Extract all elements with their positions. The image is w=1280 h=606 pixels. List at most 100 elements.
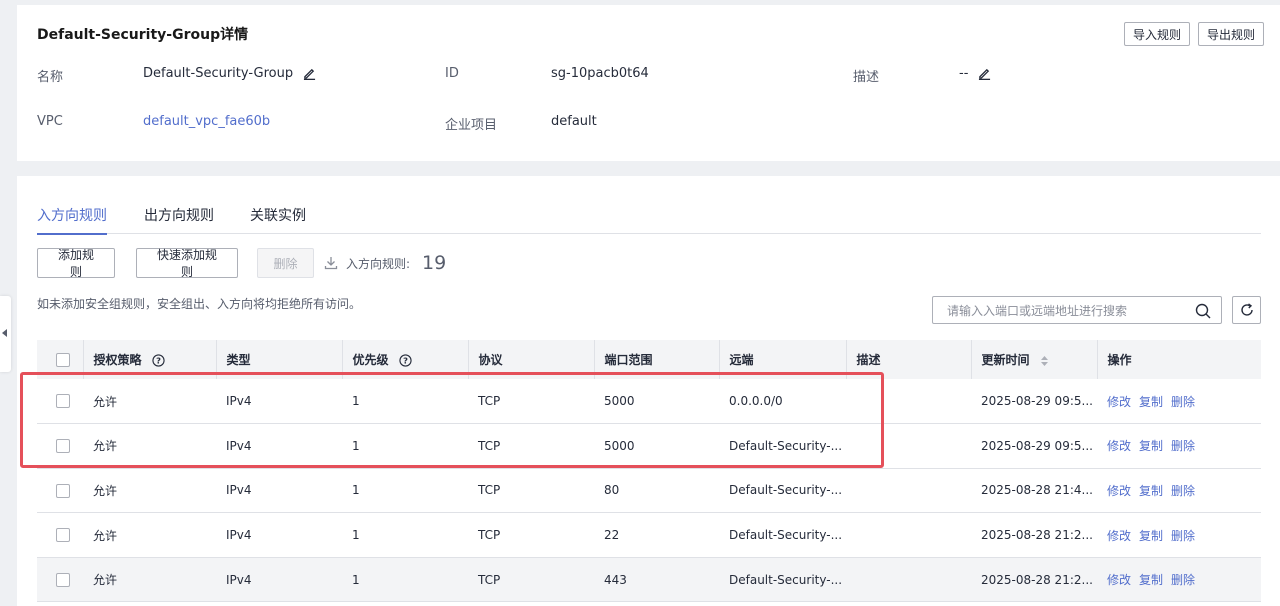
updated-time-cell: 2025-08-28 21:4...: [971, 468, 1097, 514]
delete-link[interactable]: 删除: [1171, 484, 1195, 498]
type-cell: IPv4: [216, 557, 342, 603]
delete-link[interactable]: 删除: [1171, 529, 1195, 543]
empty-rule-hint: 如未添加安全组规则，安全组出、入方向将均拒绝所有访问。: [37, 297, 362, 311]
updated-time-cell: 2025-08-28 21:2...: [971, 512, 1097, 558]
enterprise-project-label: 企业项目: [445, 118, 498, 133]
rules-table: 授权策略 ? 类型 优先级 ? 协议 端口范围 远端 描述 更新时间 操作 允许…: [37, 340, 1261, 603]
column-header-updated-time[interactable]: 更新时间: [971, 340, 1098, 379]
protocol-cell: TCP: [468, 379, 594, 425]
type-cell: IPv4: [216, 468, 342, 514]
name-label: 名称: [37, 70, 64, 85]
row-select-cell: [37, 512, 83, 558]
protocol-cell: TCP: [468, 468, 594, 514]
protocol-cell: TCP: [468, 512, 594, 558]
rule-count: 入方向规则: 19: [324, 252, 446, 274]
refresh-icon: [1240, 303, 1253, 316]
sidebar-collapse-handle[interactable]: [0, 296, 11, 372]
protocol-cell: TCP: [468, 557, 594, 603]
port-cell: 5000: [594, 423, 719, 469]
modify-link[interactable]: 修改: [1107, 439, 1131, 453]
export-rules-button[interactable]: 导出规则: [1198, 22, 1265, 46]
remote-cell: Default-Security-...: [719, 512, 846, 558]
name-value-group: Default-Security-Group: [143, 66, 316, 81]
refresh-button[interactable]: [1232, 296, 1261, 324]
delete-link[interactable]: 删除: [1171, 439, 1195, 453]
tab-inbound-rules[interactable]: 入方向规则: [37, 205, 107, 235]
tab-associated-instances[interactable]: 关联实例: [250, 205, 306, 234]
copy-link[interactable]: 复制: [1139, 529, 1163, 543]
copy-link[interactable]: 复制: [1139, 484, 1163, 498]
remote-cell: 0.0.0.0/0: [719, 379, 846, 425]
description-cell: [846, 557, 971, 603]
delete-link[interactable]: 删除: [1171, 395, 1195, 409]
row-checkbox[interactable]: [56, 439, 70, 454]
priority-cell: 1: [342, 379, 468, 425]
description-cell: [846, 512, 971, 558]
rule-count-value: 19: [422, 252, 447, 274]
page-title: Default-Security-Group详情: [37, 27, 249, 43]
row-select-cell: [37, 379, 83, 425]
port-cell: 80: [594, 468, 719, 514]
download-icon[interactable]: [324, 256, 338, 270]
select-all-cell: [37, 340, 84, 379]
row-checkbox[interactable]: [56, 572, 70, 587]
rule-tabs: 入方向规则 出方向规则 关联实例: [37, 205, 1261, 235]
chevron-left-icon: [2, 329, 7, 337]
remote-cell: Default-Security-...: [719, 468, 846, 514]
quick-add-rule-button[interactable]: 快速添加规则: [136, 248, 238, 279]
port-cell: 443: [594, 557, 719, 603]
type-cell: IPv4: [216, 423, 342, 469]
priority-cell: 1: [342, 557, 468, 603]
copy-link[interactable]: 复制: [1139, 439, 1163, 453]
port-cell: 22: [594, 512, 719, 558]
copy-link[interactable]: 复制: [1139, 395, 1163, 409]
description-cell: [846, 379, 971, 425]
row-checkbox[interactable]: [56, 394, 70, 409]
select-all-checkbox[interactable]: [56, 352, 70, 367]
actions-cell: 修改 复制 删除: [1097, 557, 1261, 603]
row-checkbox[interactable]: [56, 528, 70, 543]
copy-link[interactable]: 复制: [1139, 573, 1163, 587]
svg-text:?: ?: [403, 356, 408, 366]
type-cell: IPv4: [216, 379, 342, 425]
delete-link[interactable]: 删除: [1171, 573, 1195, 587]
delete-button[interactable]: 删除: [257, 248, 314, 278]
actions-cell: 修改 复制 删除: [1097, 379, 1261, 425]
name-value: Default-Security-Group: [143, 66, 294, 81]
table-row: 允许 IPv4 1 TCP 5000 Default-Security-... …: [37, 423, 1261, 469]
vpc-link[interactable]: default_vpc_fae60b: [143, 114, 270, 129]
id-value: sg-10pacb0t64: [551, 66, 649, 81]
search-input[interactable]: 请输入入端口或远端地址进行搜索: [932, 296, 1222, 324]
edit-icon[interactable]: [303, 67, 316, 80]
sort-icon[interactable]: [1040, 355, 1049, 367]
row-checkbox[interactable]: [56, 483, 70, 498]
modify-link[interactable]: 修改: [1107, 484, 1131, 498]
add-rule-button[interactable]: 添加规则: [37, 248, 115, 279]
remote-cell: Default-Security-...: [719, 423, 846, 469]
type-cell: IPv4: [216, 512, 342, 558]
policy-cell: 允许: [83, 512, 216, 558]
column-header-protocol: 协议: [468, 340, 595, 379]
rule-count-label: 入方向规则:: [346, 256, 411, 271]
import-rules-button[interactable]: 导入规则: [1124, 22, 1191, 46]
modify-link[interactable]: 修改: [1107, 573, 1131, 587]
help-icon[interactable]: ?: [399, 354, 412, 367]
row-select-cell: [37, 423, 83, 469]
modify-link[interactable]: 修改: [1107, 529, 1131, 543]
updated-time-cell: 2025-08-29 09:5...: [971, 423, 1097, 469]
search-icon[interactable]: [1195, 303, 1211, 319]
modify-link[interactable]: 修改: [1107, 395, 1131, 409]
help-icon[interactable]: ?: [152, 354, 165, 367]
row-select-cell: [37, 468, 83, 514]
description-label: 描述: [853, 70, 880, 85]
description-cell: [846, 423, 971, 469]
search-placeholder: 请输入入端口或远端地址进行搜索: [947, 303, 1128, 318]
port-cell: 5000: [594, 379, 719, 425]
policy-cell: 允许: [83, 423, 216, 469]
edit-icon[interactable]: [978, 67, 991, 80]
remote-cell: Default-Security-...: [719, 557, 846, 603]
tab-outbound-rules[interactable]: 出方向规则: [144, 205, 214, 234]
id-label: ID: [445, 66, 459, 81]
updated-time-cell: 2025-08-28 21:2...: [971, 557, 1097, 603]
table-row: 允许 IPv4 1 TCP 80 Default-Security-... 20…: [37, 468, 1261, 514]
